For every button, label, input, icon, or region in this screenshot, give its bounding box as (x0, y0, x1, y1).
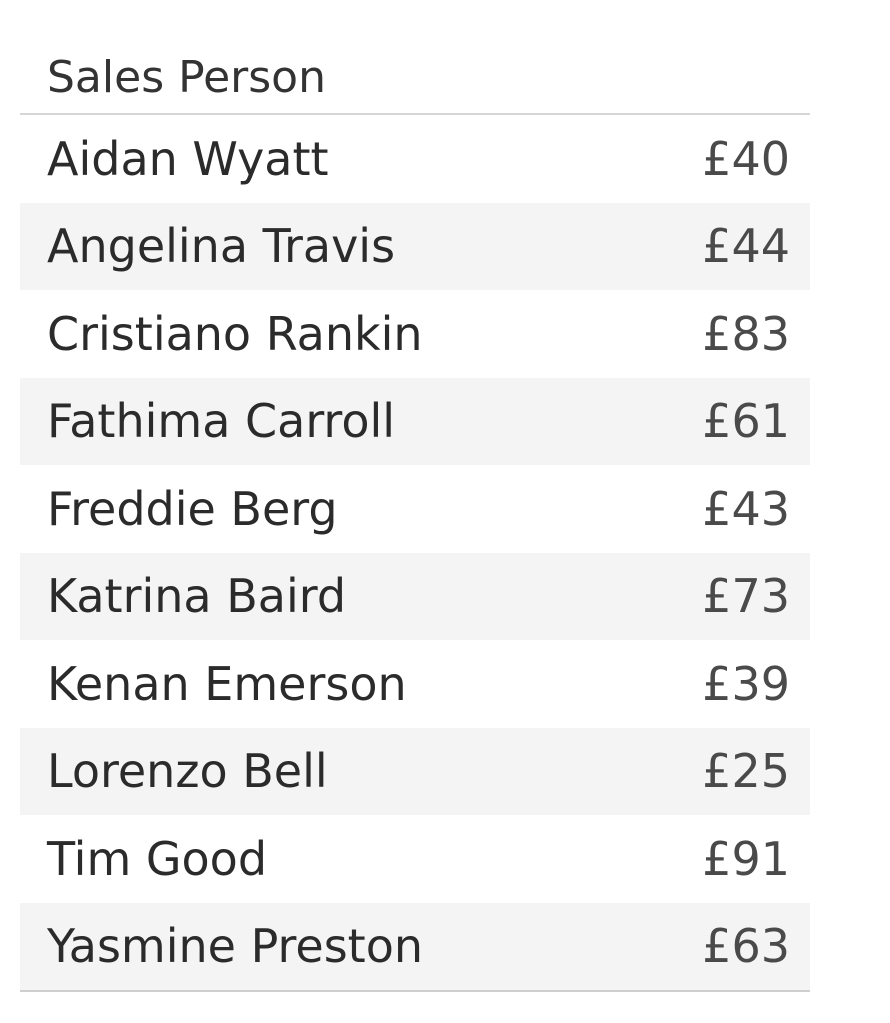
sales-person-name: Tim Good (47, 831, 268, 886)
table-row: Yasmine Preston £63 (20, 902, 810, 990)
table-row: Fathima Carroll £61 (20, 377, 810, 465)
sales-person-name: Lorenzo Bell (47, 744, 328, 799)
table-header: Sales Person (20, 0, 810, 115)
table-row: Cristiano Rankin £83 (20, 290, 810, 378)
sales-value: £61 (702, 394, 790, 449)
sales-person-name: Cristiano Rankin (47, 306, 423, 361)
sales-value: £43 (702, 481, 790, 536)
sales-person-name: Yasmine Preston (47, 919, 424, 974)
table-row: Tim Good £91 (20, 815, 810, 903)
sales-value: £25 (702, 744, 790, 799)
sales-value: £91 (702, 831, 790, 886)
table-body: Aidan Wyatt £40 Angelina Travis £44 Cristian… (20, 115, 810, 990)
sales-value: £73 (702, 569, 790, 624)
sales-value: £63 (702, 919, 790, 974)
sales-person-name: Kenan Emerson (47, 656, 407, 711)
sales-person-name: Fathima Carroll (47, 394, 396, 449)
sales-value: £40 (702, 131, 790, 186)
sales-person-name: Katrina Baird (47, 569, 347, 624)
table-row: Lorenzo Bell £25 (20, 727, 810, 815)
table-bottom-rule (20, 990, 810, 992)
table-row: Katrina Baird £73 (20, 552, 810, 640)
table-row: Aidan Wyatt £40 (20, 115, 810, 203)
sales-person-name: Aidan Wyatt (47, 131, 329, 186)
sales-value: £44 (702, 219, 790, 274)
table-row: Freddie Berg £43 (20, 465, 810, 553)
sales-person-name: Freddie Berg (47, 481, 338, 536)
table-row: Kenan Emerson £39 (20, 640, 810, 728)
column-header-sales-person: Sales Person (47, 52, 326, 103)
sales-table: Sales Person Aidan Wyatt £40 Angelina Trav… (20, 0, 810, 992)
sales-value: £83 (702, 306, 790, 361)
sales-person-name: Angelina Travis (47, 219, 396, 274)
sales-value: £39 (702, 656, 790, 711)
table-row: Angelina Travis £44 (20, 202, 810, 290)
